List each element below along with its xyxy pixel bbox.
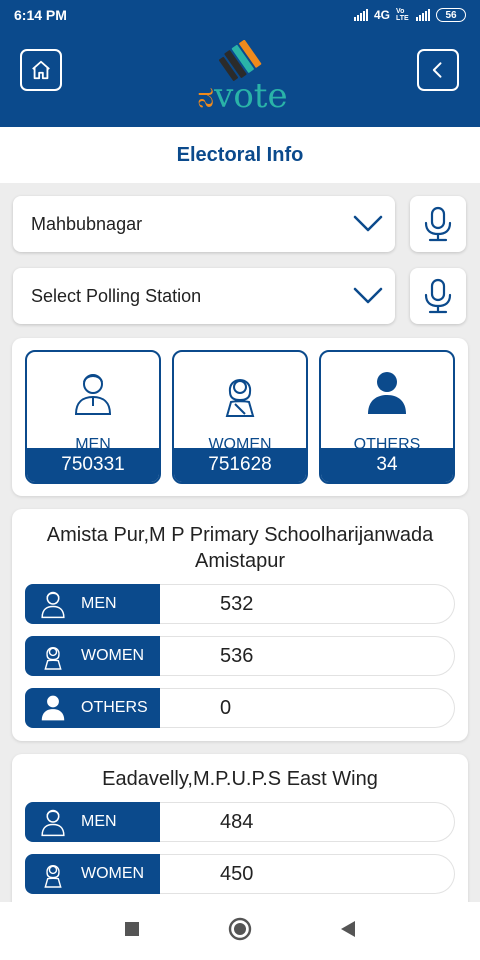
status-icons: 4G Vo LTE 56 [353,8,466,22]
summary-card-men: MEN 750331 [25,350,161,484]
station-men-count: 532 [160,584,455,624]
logo-wordmark: ನvote [185,76,300,116]
station-women-count: 450 [160,854,455,894]
electoral-summary-panel: MEN 750331 WOMEN 751628 OTHERS 34 [12,338,468,496]
person-icon [41,695,65,721]
summary-card-women: WOMEN 751628 [172,350,308,484]
home-icon [32,60,50,80]
woman-icon [44,865,62,888]
chevron-left-icon [432,62,442,78]
summary-men-count: 750331 [27,448,159,482]
station-others-label: OTHERS [81,699,148,716]
station-others-count: 0 [160,688,455,728]
mic-icon [424,206,452,242]
battery-icon: 56 [436,8,466,22]
district-voice-button[interactable] [410,196,466,252]
polling-station-placeholder: Select Polling Station [31,285,202,306]
station-row-women: WOMEN 450 [25,854,455,894]
signal-icon [353,9,368,21]
circle-icon [228,917,252,940]
volte-indicator: Vo LTE [396,8,409,22]
signal-icon-2 [416,9,430,21]
home-button[interactable] [20,49,62,91]
app-header: ನvote [0,30,480,127]
status-time: 6:14 PM [14,7,67,23]
station-men-label: MEN [81,813,117,830]
station-men-label: MEN [81,595,117,612]
chevron-down-icon [353,215,383,232]
man-icon [41,809,65,837]
district-select[interactable]: Mahbubnagar [13,196,395,252]
station-women-count: 536 [160,636,455,676]
station-row-women: WOMEN 536 [25,636,455,676]
polling-station-voice-button[interactable] [410,268,466,324]
logo-text: vote [214,76,288,116]
network-type: 4G [373,8,390,22]
polling-station-select[interactable]: Select Polling Station [13,268,395,324]
station-row-men: MEN 532 [25,584,455,624]
chevron-down-icon [353,287,383,304]
person-icon [368,372,406,414]
polling-station-name: Eadavelly,M.P.U.P.S East Wing [102,768,378,790]
app-logo: ನvote [185,39,300,120]
woman-icon [44,647,62,670]
polling-station-card[interactable]: Eadavelly,M.P.U.P.S East Wing MEN 484 WO… [12,754,468,914]
square-icon [125,921,139,936]
status-bar: 6:14 PM 4G Vo LTE 56 [0,0,480,30]
recent-apps-button[interactable] [124,921,140,942]
back-nav-button[interactable] [340,920,356,943]
page-title-bar: Electoral Info [0,127,480,183]
system-navigation-bar [0,902,480,960]
man-icon [74,374,112,415]
page-title: Electoral Info [176,143,304,166]
summary-women-count: 751628 [174,448,306,482]
station-women-label: WOMEN [81,865,145,882]
summary-others-count: 34 [321,448,453,482]
station-row-others: OTHERS 0 [25,688,455,728]
station-row-men: MEN 484 [25,802,455,842]
polling-station-name: Amista Pur,M P Primary Schoolharijanwada… [46,524,434,572]
polling-station-card[interactable]: Amista Pur,M P Primary Schoolharijanwada… [12,509,468,741]
mic-icon [424,278,452,314]
home-nav-button[interactable] [228,917,252,946]
back-button[interactable] [417,49,459,91]
man-icon [41,591,65,619]
triangle-back-icon [341,920,355,937]
woman-icon [225,379,255,417]
district-select-value: Mahbubnagar [31,213,143,234]
station-women-label: WOMEN [81,647,145,664]
station-men-count: 484 [160,802,455,842]
summary-card-others: OTHERS 34 [319,350,455,484]
battery-level: 56 [445,9,457,21]
logo-prefix: ನ [197,80,215,115]
